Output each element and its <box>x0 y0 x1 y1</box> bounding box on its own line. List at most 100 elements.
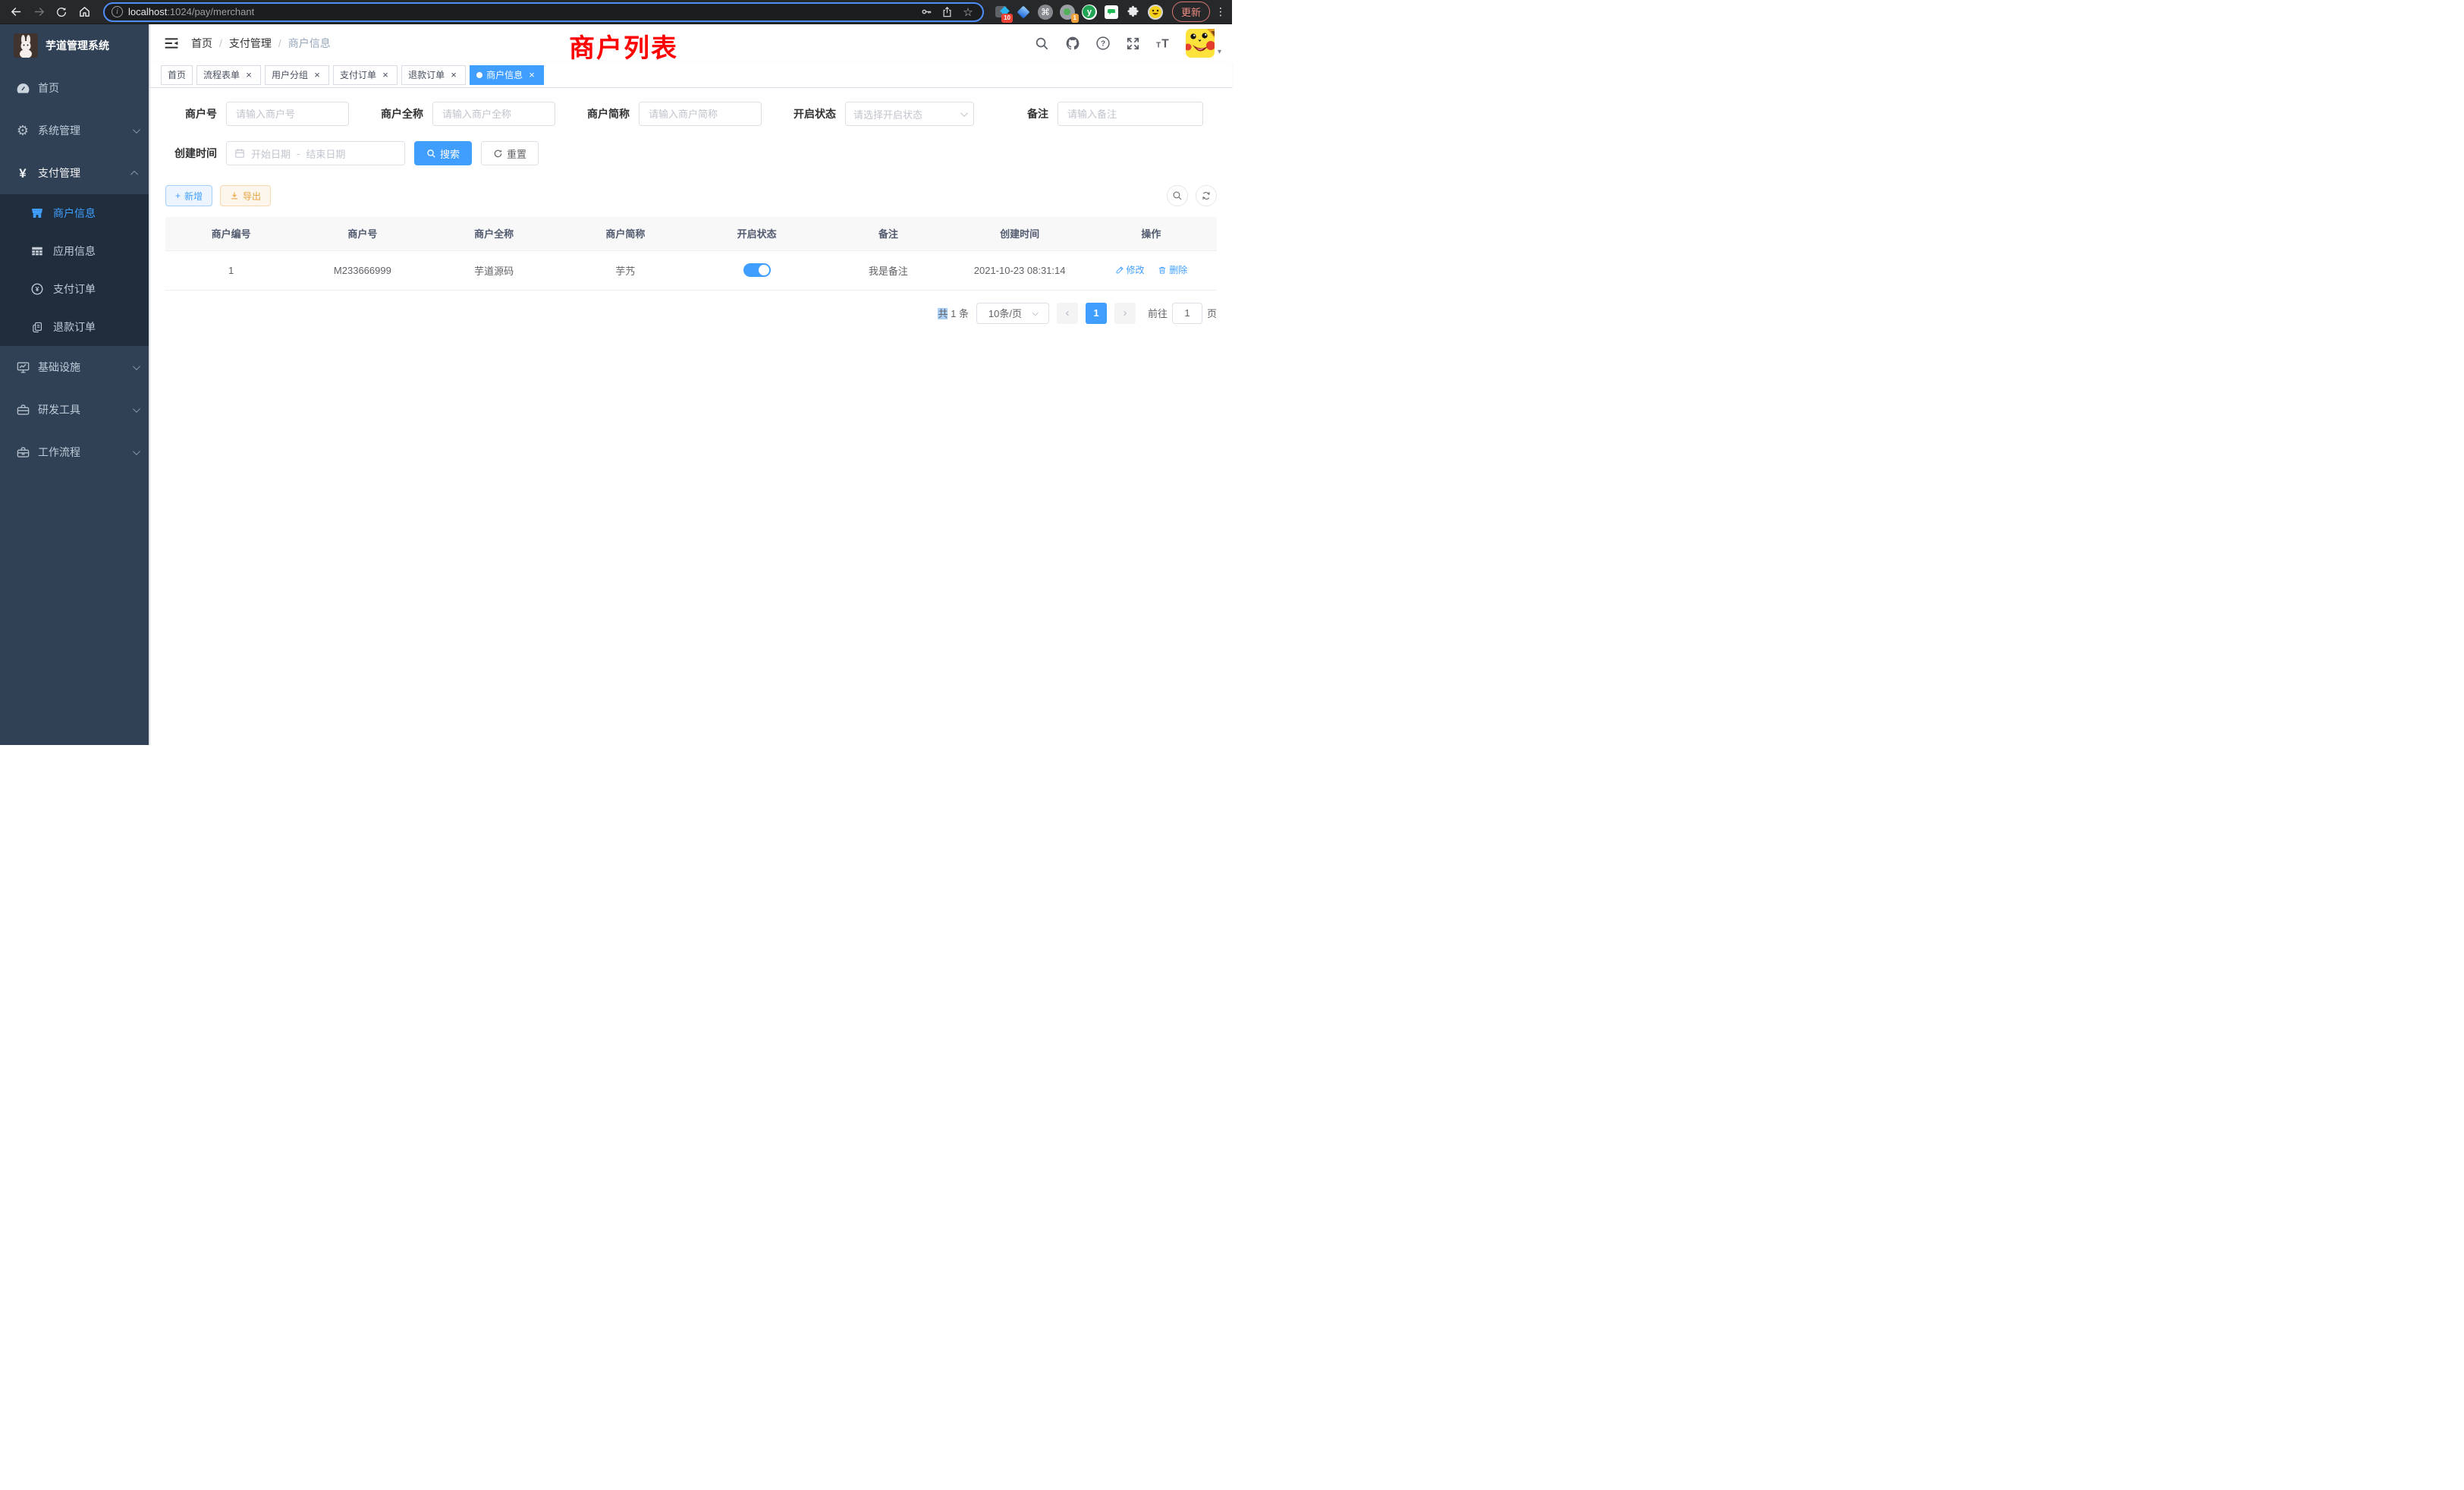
cell-create-time: 2021-10-23 08:31:14 <box>954 250 1086 290</box>
sidebar-item-infrastructure[interactable]: 基础设施 <box>0 346 149 388</box>
extension-sidebar-icon[interactable]: 10 <box>993 4 1010 20</box>
prev-page-button[interactable]: ‹ <box>1057 303 1078 324</box>
close-icon[interactable]: × <box>526 70 537 80</box>
browser-back-button[interactable] <box>6 2 26 22</box>
extension-gem-icon[interactable] <box>1015 4 1032 20</box>
tab-home[interactable]: 首页 <box>161 65 193 85</box>
merchant-no-input[interactable] <box>226 102 349 126</box>
status-select[interactable]: 请选择开启状态 <box>845 102 974 126</box>
search-button[interactable]: 搜索 <box>414 141 472 165</box>
table-header-row: 商户编号 商户号 商户全称 商户简称 开启状态 备注 创建时间 操作 <box>165 217 1217 250</box>
export-button[interactable]: 导出 <box>220 185 271 206</box>
svg-text:¥: ¥ <box>36 286 39 293</box>
merchant-table: 商户编号 商户号 商户全称 商户简称 开启状态 备注 创建时间 操作 1 M23… <box>165 217 1217 291</box>
browser-forward-button[interactable] <box>29 2 49 22</box>
short-name-input[interactable] <box>639 102 762 126</box>
github-icon[interactable] <box>1064 35 1081 52</box>
page-size-select[interactable]: 10条/页 <box>976 303 1049 324</box>
chevron-down-icon <box>133 126 140 134</box>
sidebar-item-pay-order[interactable]: ¥ 支付订单 <box>0 270 149 308</box>
page-info-icon[interactable]: i <box>112 6 123 17</box>
bookmark-star-icon[interactable]: ☆ <box>960 5 976 20</box>
col-merchant-no: 商户号 <box>297 217 428 250</box>
sidebar-item-label: 应用信息 <box>53 244 96 259</box>
sidebar-item-label: 研发工具 <box>38 402 80 417</box>
tab-merchant-info[interactable]: 商户信息× <box>470 65 544 85</box>
tab-pay-order[interactable]: 支付订单× <box>333 65 398 85</box>
app-logo[interactable]: 芋道管理系统 <box>0 24 149 67</box>
share-icon[interactable] <box>940 5 955 20</box>
annotation-title: 商户列表 <box>569 27 678 64</box>
grid-icon <box>30 244 44 258</box>
sidebar-item-label: 商户信息 <box>53 206 96 221</box>
delete-link[interactable]: 删除 <box>1158 263 1187 276</box>
col-create-time: 创建时间 <box>954 217 1086 250</box>
reset-button[interactable]: 重置 <box>481 141 539 165</box>
extensions-puzzle-icon[interactable] <box>1125 4 1142 20</box>
breadcrumb-payment[interactable]: 支付管理 <box>229 36 272 51</box>
briefcase-icon <box>15 445 30 460</box>
browser-menu-icon[interactable]: ⋮ <box>1215 5 1226 18</box>
chevron-down-icon <box>1032 310 1038 316</box>
create-time-range-picker[interactable]: 开始日期 - 结束日期 <box>226 141 405 165</box>
sidebar-item-application[interactable]: 应用信息 <box>0 232 149 270</box>
full-name-input[interactable] <box>432 102 555 126</box>
address-bar[interactable]: i localhost:1024/pay/merchant ☆ <box>103 2 984 22</box>
extension-chat-icon[interactable] <box>1103 4 1120 20</box>
refresh-table-button[interactable] <box>1196 185 1217 206</box>
breadcrumb-current: 商户信息 <box>288 36 331 51</box>
next-page-button[interactable]: › <box>1114 303 1136 324</box>
col-full-name: 商户全称 <box>429 217 560 250</box>
font-size-icon[interactable]: TT <box>1155 35 1172 52</box>
browser-profile-avatar[interactable] <box>1147 4 1164 20</box>
toggle-search-button[interactable] <box>1167 185 1188 206</box>
sidebar-fold-icon[interactable] <box>161 33 182 54</box>
breadcrumb: 首页 / 支付管理 / 商户信息 <box>191 36 331 51</box>
add-button[interactable]: + 新增 <box>165 185 212 206</box>
extension-y-icon[interactable]: y <box>1081 4 1098 20</box>
chevron-down-icon <box>133 405 140 413</box>
user-avatar-menu[interactable]: ▾ <box>1186 29 1221 58</box>
col-merchant-id: 商户编号 <box>165 217 297 250</box>
page-1-button[interactable]: 1 <box>1086 303 1107 324</box>
close-icon[interactable]: × <box>312 70 322 80</box>
browser-update-button[interactable]: 更新 <box>1172 2 1210 22</box>
status-toggle[interactable] <box>743 263 771 277</box>
fullscreen-icon[interactable] <box>1125 35 1142 52</box>
merchant-no-label: 商户号 <box>165 106 217 121</box>
payment-submenu: 商户信息 应用信息 ¥ 支付订单 退款订单 <box>0 194 149 346</box>
sidebar-item-refund-order[interactable]: 退款订单 <box>0 308 149 346</box>
plus-icon: + <box>175 190 181 201</box>
browser-home-button[interactable] <box>74 2 94 22</box>
svg-text:T: T <box>1156 41 1161 49</box>
help-icon[interactable]: ? <box>1095 35 1111 52</box>
password-key-icon[interactable] <box>919 5 935 20</box>
edit-pencil-icon <box>1115 266 1124 275</box>
sidebar-item-home[interactable]: 首页 <box>0 67 149 109</box>
cell-full-name: 芋道源码 <box>429 250 560 290</box>
sidebar-item-payment[interactable]: ¥ 支付管理 <box>0 152 149 194</box>
browser-toolbar: i localhost:1024/pay/merchant ☆ 10 ⌘ 1 y <box>0 0 1232 24</box>
remark-input[interactable] <box>1058 102 1203 126</box>
tab-refund-order[interactable]: 退款订单× <box>401 65 466 85</box>
navbar: 首页 / 支付管理 / 商户信息 ? <box>150 24 1232 62</box>
close-icon[interactable]: × <box>380 70 391 80</box>
breadcrumb-home[interactable]: 首页 <box>191 36 212 51</box>
tab-process-form[interactable]: 流程表单× <box>196 65 261 85</box>
header-search-icon[interactable] <box>1034 35 1051 52</box>
sidebar-item-system[interactable]: ⚙ 系统管理 <box>0 109 149 152</box>
close-icon[interactable]: × <box>448 70 459 80</box>
sidebar-item-dev-tools[interactable]: 研发工具 <box>0 388 149 431</box>
sidebar-item-merchant[interactable]: 商户信息 <box>0 194 149 232</box>
goto-page-input[interactable] <box>1172 303 1202 324</box>
extension-recorder-icon[interactable]: 1 <box>1059 4 1076 20</box>
browser-reload-button[interactable] <box>52 2 71 22</box>
col-remark: 备注 <box>822 217 954 250</box>
close-icon[interactable]: × <box>244 70 254 80</box>
tab-user-group[interactable]: 用户分组× <box>265 65 329 85</box>
app-title: 芋道管理系统 <box>46 38 109 53</box>
table-toolbar: + 新增 导出 <box>165 185 1217 206</box>
sidebar-item-workflow[interactable]: 工作流程 <box>0 431 149 473</box>
edit-link[interactable]: 修改 <box>1115 263 1145 276</box>
extension-command-icon[interactable]: ⌘ <box>1037 4 1054 20</box>
